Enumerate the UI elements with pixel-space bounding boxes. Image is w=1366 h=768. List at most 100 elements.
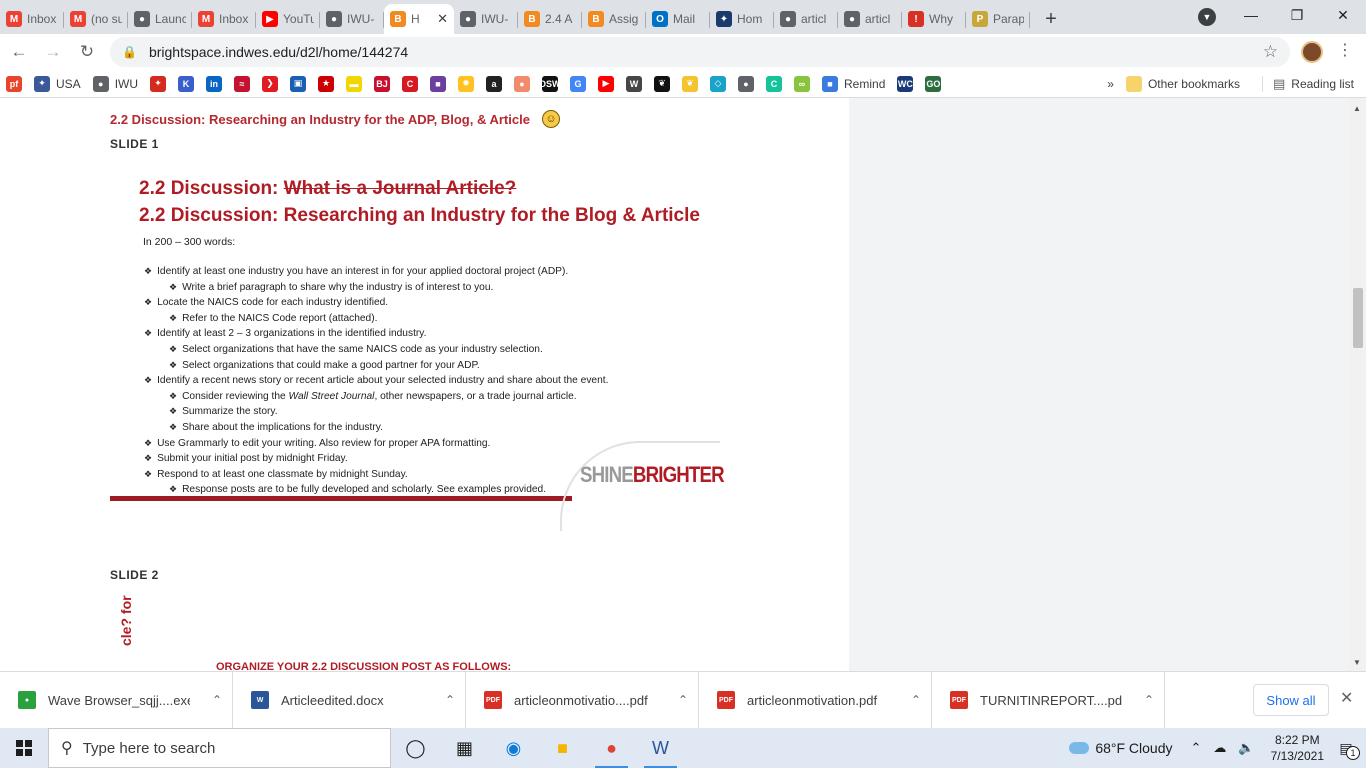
- tab-title: IWU-: [347, 12, 375, 26]
- page-scrollbar[interactable]: ▲ ▼: [1349, 98, 1366, 671]
- reading-list-button[interactable]: ▤ Reading list: [1273, 76, 1354, 92]
- bookmark-1[interactable]: ✦ USA: [34, 75, 81, 92]
- bookmark-star-icon[interactable]: ☆: [1263, 42, 1278, 62]
- bookmark-27[interactable]: ■ Remind: [822, 75, 885, 92]
- tab-0[interactable]: M Inbox: [0, 4, 64, 34]
- download-item-2[interactable]: PDF articleonmotivatio....pdf ⌃: [466, 671, 699, 729]
- cortana-icon[interactable]: ◯: [391, 728, 440, 768]
- weather-widget[interactable]: 68°F Cloudy: [1069, 740, 1173, 756]
- tab-12[interactable]: ● articl: [774, 4, 838, 34]
- globe-icon: ●: [738, 75, 755, 92]
- clock[interactable]: 8:22 PM 7/13/2021: [1271, 732, 1324, 764]
- restore-icon[interactable]: ❐: [1274, 0, 1320, 30]
- tab-1[interactable]: M (no su: [64, 4, 128, 34]
- notifications-icon[interactable]: ▤ 1: [1334, 736, 1360, 760]
- word-icon[interactable]: W: [636, 728, 685, 768]
- bookmark-14[interactable]: ✹: [458, 75, 475, 92]
- bookmark-5[interactable]: in: [206, 75, 223, 92]
- forward-icon[interactable]: →: [38, 37, 68, 67]
- new-tab-button[interactable]: +: [1036, 4, 1066, 34]
- bookmark-21[interactable]: ❦: [654, 75, 671, 92]
- bookmark-15[interactable]: a: [486, 75, 503, 92]
- tab-15[interactable]: P Parap: [966, 4, 1030, 34]
- chevron-up-icon[interactable]: ⌃: [668, 693, 698, 707]
- back-icon[interactable]: ←: [4, 37, 34, 67]
- slide-bullet: Identify at least one industry you have …: [144, 264, 608, 280]
- close-tab-icon[interactable]: ✕: [437, 11, 448, 27]
- tab-9[interactable]: B Assig: [582, 4, 646, 34]
- download-item-0[interactable]: ● Wave Browser_sqjj....exe ⌃: [0, 671, 233, 729]
- tab-search-icon[interactable]: ▼: [1198, 8, 1216, 26]
- taskbar-search[interactable]: ⚲ Type here to search: [48, 728, 391, 768]
- bookmark-9[interactable]: ★: [318, 75, 335, 92]
- bookmark-28[interactable]: WC: [897, 75, 914, 92]
- tab-11[interactable]: ✦ Hom: [710, 4, 774, 34]
- bookmark-11[interactable]: BJ: [374, 75, 391, 92]
- download-item-3[interactable]: PDF articleonmotivation.pdf ⌃: [699, 671, 932, 729]
- bookmark-19[interactable]: ▶: [598, 75, 615, 92]
- bookmark-23[interactable]: ◇: [710, 75, 727, 92]
- menu-icon[interactable]: ⋮: [1337, 40, 1353, 60]
- chevron-up-icon[interactable]: ⌃: [1134, 693, 1164, 707]
- globe-icon: ●: [92, 75, 109, 92]
- onedrive-icon[interactable]: ☁: [1213, 740, 1226, 756]
- youtube-icon: ▶: [598, 75, 615, 92]
- download-item-4[interactable]: PDF TURNITINREPORT....pdf ⌃: [932, 671, 1165, 729]
- download-item-1[interactable]: W Articleedited.docx ⌃: [233, 671, 466, 729]
- start-button[interactable]: [0, 728, 48, 768]
- edge-icon[interactable]: ◉: [489, 728, 538, 768]
- bookmark-3[interactable]: ✦: [150, 75, 167, 92]
- bookmark-26[interactable]: ∞: [794, 75, 811, 92]
- bookmark-25[interactable]: C: [766, 75, 783, 92]
- show-all-button[interactable]: Show all: [1253, 684, 1329, 716]
- tab-5[interactable]: ● IWU-: [320, 4, 384, 34]
- task-view-icon[interactable]: ▦: [440, 728, 489, 768]
- bookmark-29[interactable]: GO: [925, 75, 942, 92]
- chevron-up-icon[interactable]: ⌃: [202, 693, 232, 707]
- tab-title: articl: [801, 12, 827, 26]
- bookmark-18[interactable]: G: [570, 75, 587, 92]
- scroll-thumb[interactable]: [1353, 288, 1363, 348]
- more-bookmarks-button[interactable]: »: [1107, 77, 1114, 91]
- bookmark-22[interactable]: ❦: [682, 75, 699, 92]
- close-downloads-icon[interactable]: ✕: [1340, 688, 1353, 708]
- tab-3[interactable]: M Inbox: [192, 4, 256, 34]
- tab-8[interactable]: B 2.4 A: [518, 4, 582, 34]
- tab-2[interactable]: ● Launc: [128, 4, 192, 34]
- file-explorer-icon[interactable]: ■: [538, 728, 587, 768]
- tab-13[interactable]: ● articl: [838, 4, 902, 34]
- tab-4[interactable]: ▶ YouTu: [256, 4, 320, 34]
- bookmark-8[interactable]: ▣: [290, 75, 307, 92]
- close-window-icon[interactable]: ✕: [1320, 0, 1366, 30]
- bookmark-17[interactable]: DSW: [540, 75, 561, 92]
- chrome-icon[interactable]: ●: [587, 728, 636, 768]
- tab-10[interactable]: O Mail: [646, 4, 710, 34]
- bookmark-2[interactable]: ● IWU: [92, 75, 138, 92]
- bookmark-16[interactable]: ●: [514, 75, 531, 92]
- scroll-up-icon[interactable]: ▲: [1353, 104, 1361, 113]
- tab-7[interactable]: ● IWU-: [454, 4, 518, 34]
- chevron-up-icon[interactable]: ⌃: [901, 693, 931, 707]
- bookmark-12[interactable]: C: [402, 75, 419, 92]
- tab-6[interactable]: B H ✕: [384, 4, 454, 34]
- address-bar[interactable]: 🔒 brightspace.indwes.edu/d2l/home/144274…: [110, 37, 1290, 67]
- bookmark-7[interactable]: ❯: [262, 75, 279, 92]
- bookmark-6[interactable]: ≈: [234, 75, 251, 92]
- reload-icon[interactable]: ↻: [72, 37, 102, 67]
- bookmark-4[interactable]: K: [178, 75, 195, 92]
- volume-icon[interactable]: 🔈: [1238, 740, 1254, 756]
- bookmark-13[interactable]: ■: [430, 75, 447, 92]
- bookmark-0[interactable]: pf: [6, 75, 22, 92]
- lock-icon[interactable]: 🔒: [122, 45, 137, 59]
- bullet-text: Identify at least one industry you have …: [157, 266, 569, 277]
- bookmark-24[interactable]: ●: [738, 75, 755, 92]
- show-hidden-icons-icon[interactable]: ⌃: [1191, 740, 1202, 756]
- other-bookmarks-folder[interactable]: Other bookmarks: [1125, 76, 1240, 92]
- bookmark-20[interactable]: W: [626, 75, 643, 92]
- scroll-down-icon[interactable]: ▼: [1353, 658, 1361, 667]
- chevron-up-icon[interactable]: ⌃: [435, 693, 465, 707]
- profile-avatar[interactable]: [1301, 41, 1323, 63]
- minimize-icon[interactable]: —: [1228, 0, 1274, 30]
- tab-14[interactable]: ! Why: [902, 4, 966, 34]
- bookmark-10[interactable]: ▬: [346, 75, 363, 92]
